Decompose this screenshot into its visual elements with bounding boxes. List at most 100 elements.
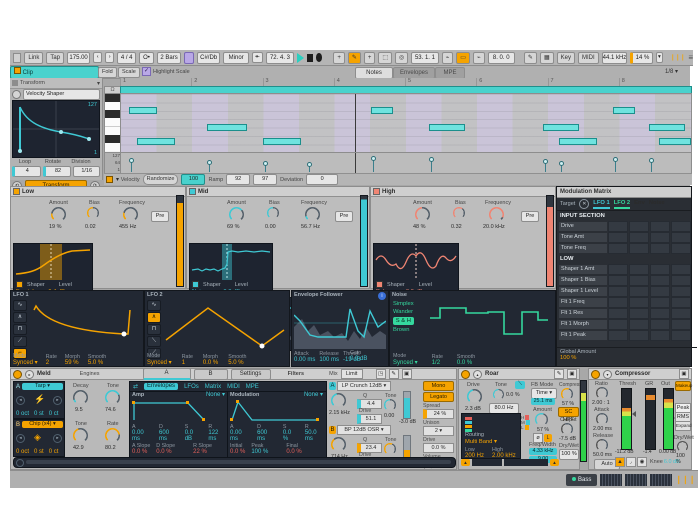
punch-in-icon[interactable]: ⌁: [442, 52, 454, 64]
play-button[interactable]: [297, 53, 304, 63]
high-amount-knob[interactable]: [415, 207, 430, 222]
fold-button[interactable]: Fold: [98, 67, 117, 78]
midi-note[interactable]: [559, 138, 597, 145]
engine-a-st-field[interactable]: 0 st: [34, 411, 44, 417]
noise-type-simplex[interactable]: Simplex: [393, 301, 414, 307]
fb-amount-knob[interactable]: [535, 413, 548, 426]
threshold-meter[interactable]: [621, 388, 632, 450]
mid-bias-knob[interactable]: [267, 207, 279, 219]
window-control-icon[interactable]: [13, 53, 21, 63]
loop-switch-icon[interactable]: ▭: [456, 52, 470, 64]
matrix-target-noise[interactable]: Noise: [649, 200, 665, 209]
matrix-row-label[interactable]: Tone Freq: [559, 244, 607, 253]
matrix-cell[interactable]: [650, 243, 670, 254]
matrix-cell[interactable]: [629, 319, 649, 330]
matrix-cell[interactable]: [608, 243, 628, 254]
ramp-from-field[interactable]: 92: [226, 174, 250, 185]
scale-button[interactable]: Scale: [118, 67, 140, 78]
threshold-handle[interactable]: [632, 411, 636, 417]
low-bias-knob[interactable]: [87, 207, 99, 219]
device-thumbnail[interactable]: [600, 474, 622, 486]
matrix-row-label[interactable]: Flt 1 Freq: [559, 298, 607, 307]
midi-note[interactable]: [613, 107, 635, 114]
attack-knob[interactable]: [596, 413, 608, 425]
mod-final-field[interactable]: 0.0 %: [286, 449, 301, 455]
mod-sustain-field[interactable]: 0.0 %: [283, 430, 291, 442]
subtab-midi[interactable]: MIDI: [227, 384, 240, 390]
device-thumbnail[interactable]: [625, 474, 647, 486]
engine-b-tone-knob[interactable]: [73, 428, 88, 443]
punch-out-icon[interactable]: ⌁: [473, 52, 485, 64]
limit-button[interactable]: Limit: [341, 369, 363, 379]
arrangement-position-field[interactable]: 72. 4. 3: [266, 52, 295, 64]
swap-icon[interactable]: ⇄: [133, 383, 138, 390]
lfo2-morph-field[interactable]: 0.0 %: [203, 360, 218, 366]
compress-knob[interactable]: [561, 388, 573, 400]
low-shaper-on-toggle[interactable]: [16, 281, 23, 288]
link-button[interactable]: Link: [24, 52, 43, 64]
high-frequency-knob[interactable]: [489, 207, 504, 222]
amp-decay-field[interactable]: 600 ms: [159, 430, 169, 442]
triangle-wave-button[interactable]: ∧: [147, 312, 161, 323]
amp-dslope-field[interactable]: 0.0 %: [156, 449, 171, 455]
matrix-cell[interactable]: [671, 286, 691, 297]
matrix-cell[interactable]: [671, 243, 691, 254]
metronome-toggle[interactable]: O•: [139, 52, 154, 64]
mid-amount-knob[interactable]: [229, 207, 244, 222]
matrix-cell[interactable]: [629, 308, 649, 319]
engine-a-oct-field[interactable]: 0 oct: [16, 411, 29, 417]
roar-preset-icon[interactable]: ▣: [567, 369, 577, 379]
randomize-button[interactable]: Randomize: [143, 174, 179, 185]
engine-b-prev-icon[interactable]: ◂: [16, 434, 25, 443]
mod-peak-field[interactable]: 100 %: [251, 449, 268, 455]
spread-field[interactable]: 24 %: [423, 409, 454, 419]
scale-root-menu[interactable]: C#/Db: [197, 52, 220, 64]
lfo2-mode-menu[interactable]: Synced ▾: [147, 360, 172, 366]
high-bias-knob[interactable]: [453, 207, 465, 219]
engine-b-st-field[interactable]: 0 st: [34, 449, 44, 455]
deviation-field[interactable]: 0: [306, 174, 338, 185]
cpu-menu-arrow[interactable]: ▾: [656, 52, 664, 63]
transform-preset-menu[interactable]: Velocity Shaper: [23, 89, 100, 100]
matrix-target-lfo1[interactable]: LFO 1: [593, 200, 609, 209]
voice-drive-field[interactable]: 0.0 %: [423, 443, 454, 453]
record-button[interactable]: [316, 53, 322, 62]
amp-attack-field[interactable]: 0.00 ms: [132, 430, 144, 442]
device-on-toggle[interactable]: [591, 370, 600, 379]
saw-wave-button[interactable]: ⟋: [13, 336, 27, 347]
matrix-cell[interactable]: [608, 221, 628, 232]
follow-button[interactable]: +: [364, 52, 376, 64]
add-locator-button[interactable]: +: [333, 52, 345, 64]
matrix-cell[interactable]: [671, 319, 691, 330]
fb-l-button[interactable]: L: [544, 434, 552, 442]
fold-device-icon[interactable]: ▾: [603, 370, 612, 379]
velocity-lane[interactable]: [120, 152, 692, 174]
collapsed-view-button[interactable]: ▲: [615, 457, 625, 467]
draw-mode-pencil-icon[interactable]: ✎: [348, 52, 361, 64]
mod-decay-field[interactable]: 600 ms: [257, 430, 267, 442]
loop-toggle-icon[interactable]: ◎: [395, 52, 408, 64]
matrix-cell[interactable]: [671, 275, 691, 286]
engine-a-ct-field[interactable]: 0 ct: [49, 411, 59, 417]
comp-drywet-knob[interactable]: [677, 441, 688, 452]
subtab-envelopes[interactable]: Envelopes: [144, 383, 178, 390]
matrix-cell[interactable]: [671, 264, 691, 275]
fold-device-icon[interactable]: ▴: [473, 370, 482, 379]
matrix-cell[interactable]: [650, 297, 670, 308]
filter-a-freq-knob[interactable]: [331, 393, 346, 408]
warning-triangle-icon[interactable]: ▲: [461, 459, 470, 466]
matrix-cell[interactable]: [650, 232, 670, 243]
matrix-target-env[interactable]: Env: [634, 200, 645, 209]
engine-b-next-icon[interactable]: ▸: [53, 434, 62, 443]
transform-tool-row[interactable]: Transform ▾: [10, 78, 102, 89]
matrix-cell[interactable]: [629, 297, 649, 308]
matrix-cell[interactable]: [671, 297, 691, 308]
matrix-cell[interactable]: [650, 264, 670, 275]
mod-envelope-graph[interactable]: [228, 398, 325, 424]
loop-length-field[interactable]: 8. 0. 0: [488, 52, 515, 64]
mod-route-menu[interactable]: None ▾: [304, 391, 323, 398]
fb-freq-field[interactable]: 4.33 kHz: [529, 448, 557, 455]
amp-route-menu[interactable]: None ▾: [206, 391, 225, 398]
high-shaper-display[interactable]: ShaperLevel Poly ▾0.0 dB: [373, 243, 459, 297]
mod-initial-field[interactable]: 0.0 %: [230, 449, 245, 455]
